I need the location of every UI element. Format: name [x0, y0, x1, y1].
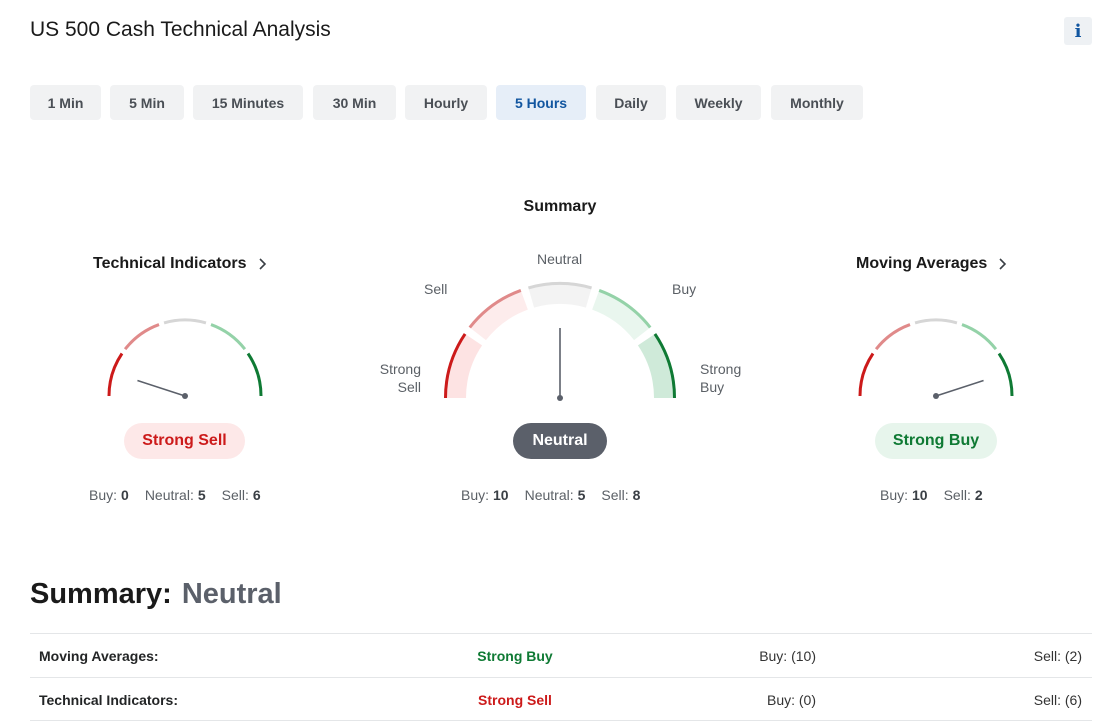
moving-averages-link[interactable]: Moving Averages: [856, 255, 1011, 273]
sell-label: Sell:: [601, 487, 629, 503]
technical-indicators-needle-hub: [182, 393, 188, 399]
gauge-label-strong-sell-line1: Strong: [379, 361, 421, 377]
gauge-segment-strong-sell: [858, 352, 875, 397]
tab-daily[interactable]: Daily: [596, 85, 666, 120]
chevron-right-icon: [258, 258, 266, 270]
tab-30-min[interactable]: 30 Min: [313, 85, 396, 120]
table-row: Technical Indicators: Strong Sell Buy: (…: [30, 677, 1092, 721]
gauge-label-strong-buy-line2: Buy: [700, 379, 725, 395]
gauge-label-strong-buy: Strong Buy: [700, 360, 741, 396]
gauge-segment-neutral: [163, 318, 207, 325]
table-row: Moving Averages: Strong Buy Buy: (10) Se…: [30, 633, 1092, 677]
sell-count: 2: [974, 487, 983, 503]
moving-averages-result: Strong Buy: [875, 423, 997, 459]
summary-needle-hub: [557, 395, 563, 401]
summary-gauge-counts: Buy: 10 Neutral: 5 Sell: 8: [461, 487, 640, 503]
buy-label: Buy:: [89, 487, 118, 503]
neutral-count: 5: [197, 487, 206, 503]
overall-summary: Summary: Neutral: [30, 578, 282, 611]
tab-5-hours[interactable]: 5 Hours: [496, 85, 586, 120]
gauge-segment-strong-buy: [997, 352, 1014, 397]
gauge-segment-buy: [210, 323, 247, 351]
tab-weekly[interactable]: Weekly: [676, 85, 761, 120]
tab-hourly[interactable]: Hourly: [405, 85, 487, 120]
gauge-label-strong-sell-line2: Sell: [397, 379, 421, 395]
gauge-segment-strong-sell: [107, 352, 124, 397]
gauge-label-strong-sell: Strong Sell: [377, 360, 421, 396]
sell-count: 6: [252, 487, 261, 503]
page-title: US 500 Cash Technical Analysis: [30, 18, 331, 41]
summary-gauge: [444, 282, 676, 401]
summary-table: Moving Averages: Strong Buy Buy: (10) Se…: [30, 633, 1092, 721]
moving-averages-gauge: [858, 318, 1014, 399]
buy-count: 0: [121, 487, 129, 503]
row-name: Moving Averages:: [39, 648, 159, 664]
info-icon[interactable]: i: [1064, 17, 1092, 45]
technical-indicators-counts: Buy: 0 Neutral: 5 Sell: 6: [89, 487, 261, 503]
row-sell: Sell: (6): [1033, 692, 1082, 708]
row-status: Strong Buy: [477, 648, 553, 664]
technical-indicators-link[interactable]: Technical Indicators: [93, 255, 271, 273]
technical-indicators-gauge: [107, 318, 263, 399]
sell-label: Sell:: [943, 487, 971, 503]
buy-count: 10: [493, 487, 509, 503]
buy-label: Buy:: [880, 487, 909, 503]
tab-monthly[interactable]: Monthly: [771, 85, 863, 120]
overall-summary-label: Summary:: [30, 578, 172, 610]
moving-averages-counts: Buy: 10 Sell: 2: [880, 487, 983, 503]
row-buy: Buy: (0): [766, 692, 816, 708]
summary-gauge-result: Neutral: [513, 423, 607, 459]
gauge-segment-sell: [123, 323, 160, 351]
technical-indicators-title: Technical Indicators: [93, 255, 247, 272]
row-sell: Sell: (2): [1033, 648, 1082, 664]
sell-label: Sell:: [221, 487, 249, 503]
gauge-label-neutral: Neutral: [537, 251, 583, 267]
buy-count: 10: [912, 487, 928, 503]
gauge-label-buy: Buy: [672, 281, 697, 297]
moving-averages-needle: [935, 379, 984, 397]
technical-indicators-result: Strong Sell: [124, 423, 245, 459]
neutral-label: Neutral:: [144, 487, 194, 503]
gauge-segment-neutral: [914, 318, 958, 325]
chevron-right-icon: [999, 258, 1007, 270]
overall-summary-value: Neutral: [181, 578, 282, 610]
summary-band-buy: [592, 288, 652, 341]
row-name: Technical Indicators:: [39, 692, 178, 708]
buy-label: Buy:: [461, 487, 490, 503]
neutral-count: 5: [577, 487, 586, 503]
gauge-segment-buy: [961, 323, 998, 351]
tab-15-minutes[interactable]: 15 Minutes: [193, 85, 303, 120]
row-status: Strong Sell: [478, 692, 552, 708]
row-buy: Buy: (10): [759, 648, 816, 664]
gauge-segment-strong-buy: [246, 352, 263, 397]
tab-5-min[interactable]: 5 Min: [110, 85, 184, 120]
technical-indicators-needle: [137, 379, 186, 397]
gauge-label-sell: Sell: [424, 281, 448, 297]
neutral-label: Neutral:: [524, 487, 574, 503]
gauge-segment-sell: [874, 323, 911, 351]
summary-band-sell: [468, 288, 528, 341]
moving-averages-title: Moving Averages: [856, 255, 988, 272]
tab-1-min[interactable]: 1 Min: [30, 85, 101, 120]
moving-averages-needle-hub: [933, 393, 939, 399]
sell-count: 8: [632, 487, 641, 503]
gauge-label-strong-buy-line1: Strong: [700, 361, 742, 377]
summary-gauge-title: Summary: [523, 198, 597, 215]
